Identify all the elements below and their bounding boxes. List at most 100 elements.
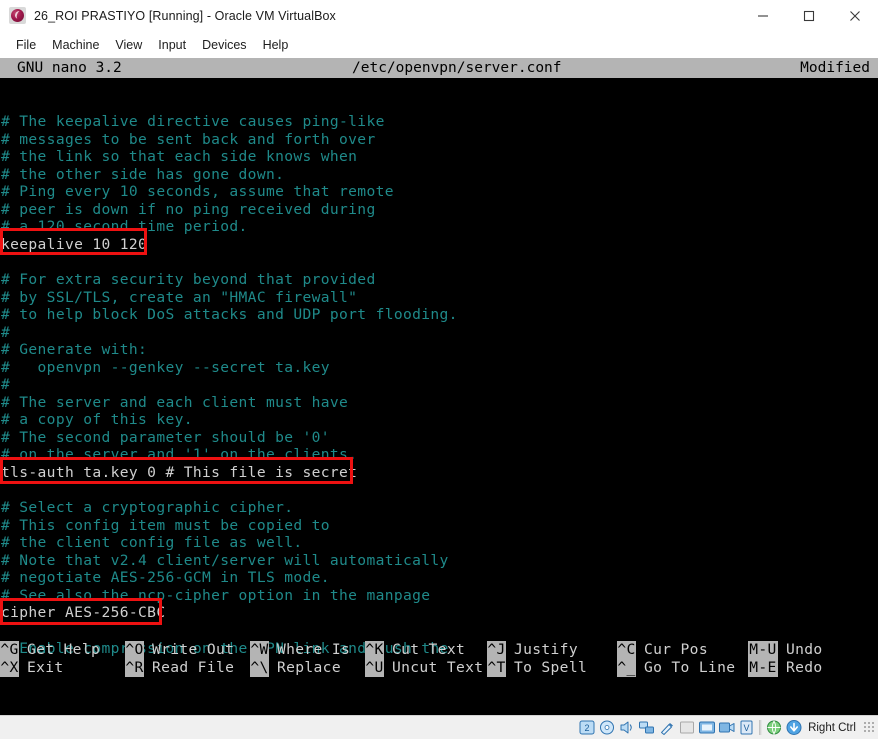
editor-line: # bbox=[1, 323, 11, 341]
virtualbox-logo-icon bbox=[9, 7, 26, 24]
svg-text:2: 2 bbox=[585, 723, 590, 733]
editor-line: # For extra security beyond that provide… bbox=[1, 271, 376, 289]
nano-modified-badge: Modified bbox=[800, 60, 870, 76]
shortcut-label: Redo bbox=[786, 659, 823, 676]
shortcut-key: ^C bbox=[617, 641, 636, 659]
shortcut-key: ^O bbox=[125, 641, 144, 659]
display-icon[interactable] bbox=[698, 719, 716, 736]
editor-line: # the link so that each side knows when bbox=[1, 148, 358, 166]
window-titlebar: 26_ROI PRASTIYO [Running] - Oracle VM Vi… bbox=[0, 0, 878, 32]
editor-line: # a 120 second time period. bbox=[1, 218, 248, 236]
shortcut-read-file[interactable]: ^R Read File bbox=[125, 659, 250, 677]
editor-line: # negotiate AES-256-GCM in TLS mode. bbox=[1, 569, 330, 587]
shortcut-get-help[interactable]: ^G Get Help bbox=[0, 641, 125, 659]
hard-disk-icon[interactable]: 2 bbox=[578, 719, 596, 736]
nano-shortcut-row-1: ^G Get Help ^O Write Out ^W Where Is ^K … bbox=[0, 641, 878, 659]
shortcut-cur-pos[interactable]: ^C Cur Pos bbox=[617, 641, 748, 659]
menu-item-file[interactable]: File bbox=[8, 36, 44, 55]
shortcut-label: Where Is bbox=[277, 641, 351, 658]
shortcut-to-spell[interactable]: ^T To Spell bbox=[487, 659, 617, 677]
resize-grip-icon[interactable] bbox=[862, 721, 874, 734]
shortcut-uncut-text[interactable]: ^U Uncut Text bbox=[365, 659, 487, 677]
shortcut-label: Read File bbox=[152, 659, 235, 676]
nano-editor-text[interactable]: # The keepalive directive causes ping-li… bbox=[0, 78, 878, 678]
shortcut-key: ^T bbox=[487, 659, 506, 677]
shortcut-label: Get Help bbox=[27, 641, 101, 658]
editor-line: # Note that v2.4 client/server will auto… bbox=[1, 551, 449, 569]
editor-line: # The second parameter should be '0' bbox=[1, 428, 330, 446]
shortcut-replace[interactable]: ^\ Replace bbox=[250, 659, 365, 677]
editor-line: # on the server and '1' on the clients. bbox=[1, 446, 358, 464]
editor-line: # Select a cryptographic cipher. bbox=[1, 499, 294, 517]
virtualbox-window: 26_ROI PRASTIYO [Running] - Oracle VM Vi… bbox=[0, 0, 878, 739]
nano-shortcut-bar: ^G Get Help ^O Write Out ^W Where Is ^K … bbox=[0, 641, 878, 678]
editor-line: # Generate with: bbox=[1, 341, 148, 359]
network-icon[interactable] bbox=[638, 719, 656, 736]
recording-icon[interactable] bbox=[718, 719, 736, 736]
globe-icon[interactable] bbox=[765, 719, 783, 736]
shortcut-cut-text[interactable]: ^K Cut Text bbox=[365, 641, 487, 659]
guest-screen[interactable]: GNU nano 3.2 /etc/openvpn/server.conf Mo… bbox=[0, 58, 878, 715]
menu-item-input[interactable]: Input bbox=[150, 36, 194, 55]
shared-folders-icon[interactable] bbox=[678, 719, 696, 736]
editor-line: # by SSL/TLS, create an "HMAC firewall" bbox=[1, 288, 358, 306]
shortcut-key: ^J bbox=[487, 641, 506, 659]
shortcut-label: Uncut Text bbox=[392, 659, 484, 676]
shortcut-go-to-line[interactable]: ^_ Go To Line bbox=[617, 659, 748, 677]
svg-text:V: V bbox=[744, 723, 750, 733]
editor-line: # bbox=[1, 376, 11, 394]
menu-item-devices[interactable]: Devices bbox=[194, 36, 254, 55]
shortcut-key: ^K bbox=[365, 641, 384, 659]
shortcut-label: Cur Pos bbox=[644, 641, 708, 658]
editor-line: # This config item must be copied to bbox=[1, 516, 330, 534]
shortcut-label: To Spell bbox=[514, 659, 588, 676]
shortcut-redo[interactable]: M-E Redo bbox=[748, 659, 823, 677]
minimize-icon[interactable] bbox=[740, 0, 786, 31]
menu-bar: File Machine View Input Devices Help bbox=[0, 32, 878, 58]
shortcut-key: ^R bbox=[125, 659, 144, 677]
audio-icon[interactable] bbox=[618, 719, 636, 736]
editor-line: # messages to be sent back and forth ove… bbox=[1, 130, 376, 148]
close-icon[interactable] bbox=[832, 0, 878, 31]
shortcut-where-is[interactable]: ^W Where Is bbox=[250, 641, 365, 659]
shortcut-justify[interactable]: ^J Justify bbox=[487, 641, 617, 659]
editor-line-cipher: cipher AES-256-CBC bbox=[1, 604, 166, 622]
menu-item-machine[interactable]: Machine bbox=[44, 36, 107, 55]
shortcut-key: ^\ bbox=[250, 659, 269, 677]
mouse-integration-icon[interactable] bbox=[785, 719, 803, 736]
host-key-label: Right Ctrl bbox=[808, 721, 856, 734]
shortcut-label: Exit bbox=[27, 659, 64, 676]
nano-title-bar: GNU nano 3.2 /etc/openvpn/server.conf Mo… bbox=[0, 58, 878, 78]
editor-line: # See also the ncp-cipher option in the … bbox=[1, 586, 431, 604]
shortcut-label: Justify bbox=[514, 641, 578, 658]
window-title: 26_ROI PRASTIYO [Running] - Oracle VM Vi… bbox=[34, 8, 336, 23]
shortcut-key: ^_ bbox=[617, 659, 636, 677]
editor-line-tls-auth: tls-auth ta.key 0 # This file is secret bbox=[1, 464, 358, 482]
optical-disk-icon[interactable] bbox=[598, 719, 616, 736]
usb-icon[interactable] bbox=[658, 719, 676, 736]
editor-line: # openvpn --genkey --secret ta.key bbox=[1, 358, 330, 376]
shortcut-write-out[interactable]: ^O Write Out bbox=[125, 641, 250, 659]
shortcut-label: Cut Text bbox=[392, 641, 466, 658]
editor-line-keepalive: keepalive 10 120 bbox=[1, 235, 148, 253]
maximize-icon[interactable] bbox=[786, 0, 832, 31]
shortcut-key: M-U bbox=[748, 641, 778, 659]
vm-features-icon[interactable]: V bbox=[738, 719, 756, 736]
editor-line: # The server and each client must have bbox=[1, 393, 349, 411]
editor-line: # a copy of this key. bbox=[1, 411, 193, 429]
menu-item-help[interactable]: Help bbox=[255, 36, 297, 55]
shortcut-undo[interactable]: M-U Undo bbox=[748, 641, 823, 659]
menu-item-view[interactable]: View bbox=[107, 36, 150, 55]
editor-line: # to help block DoS attacks and UDP port… bbox=[1, 306, 458, 324]
shortcut-label: Write Out bbox=[152, 641, 235, 658]
shortcut-key: ^X bbox=[0, 659, 19, 677]
nano-version-label: GNU nano 3.2 bbox=[17, 60, 122, 76]
shortcut-exit[interactable]: ^X Exit bbox=[0, 659, 125, 677]
shortcut-key: ^G bbox=[0, 641, 19, 659]
editor-line: # peer is down if no ping received durin… bbox=[1, 200, 376, 218]
